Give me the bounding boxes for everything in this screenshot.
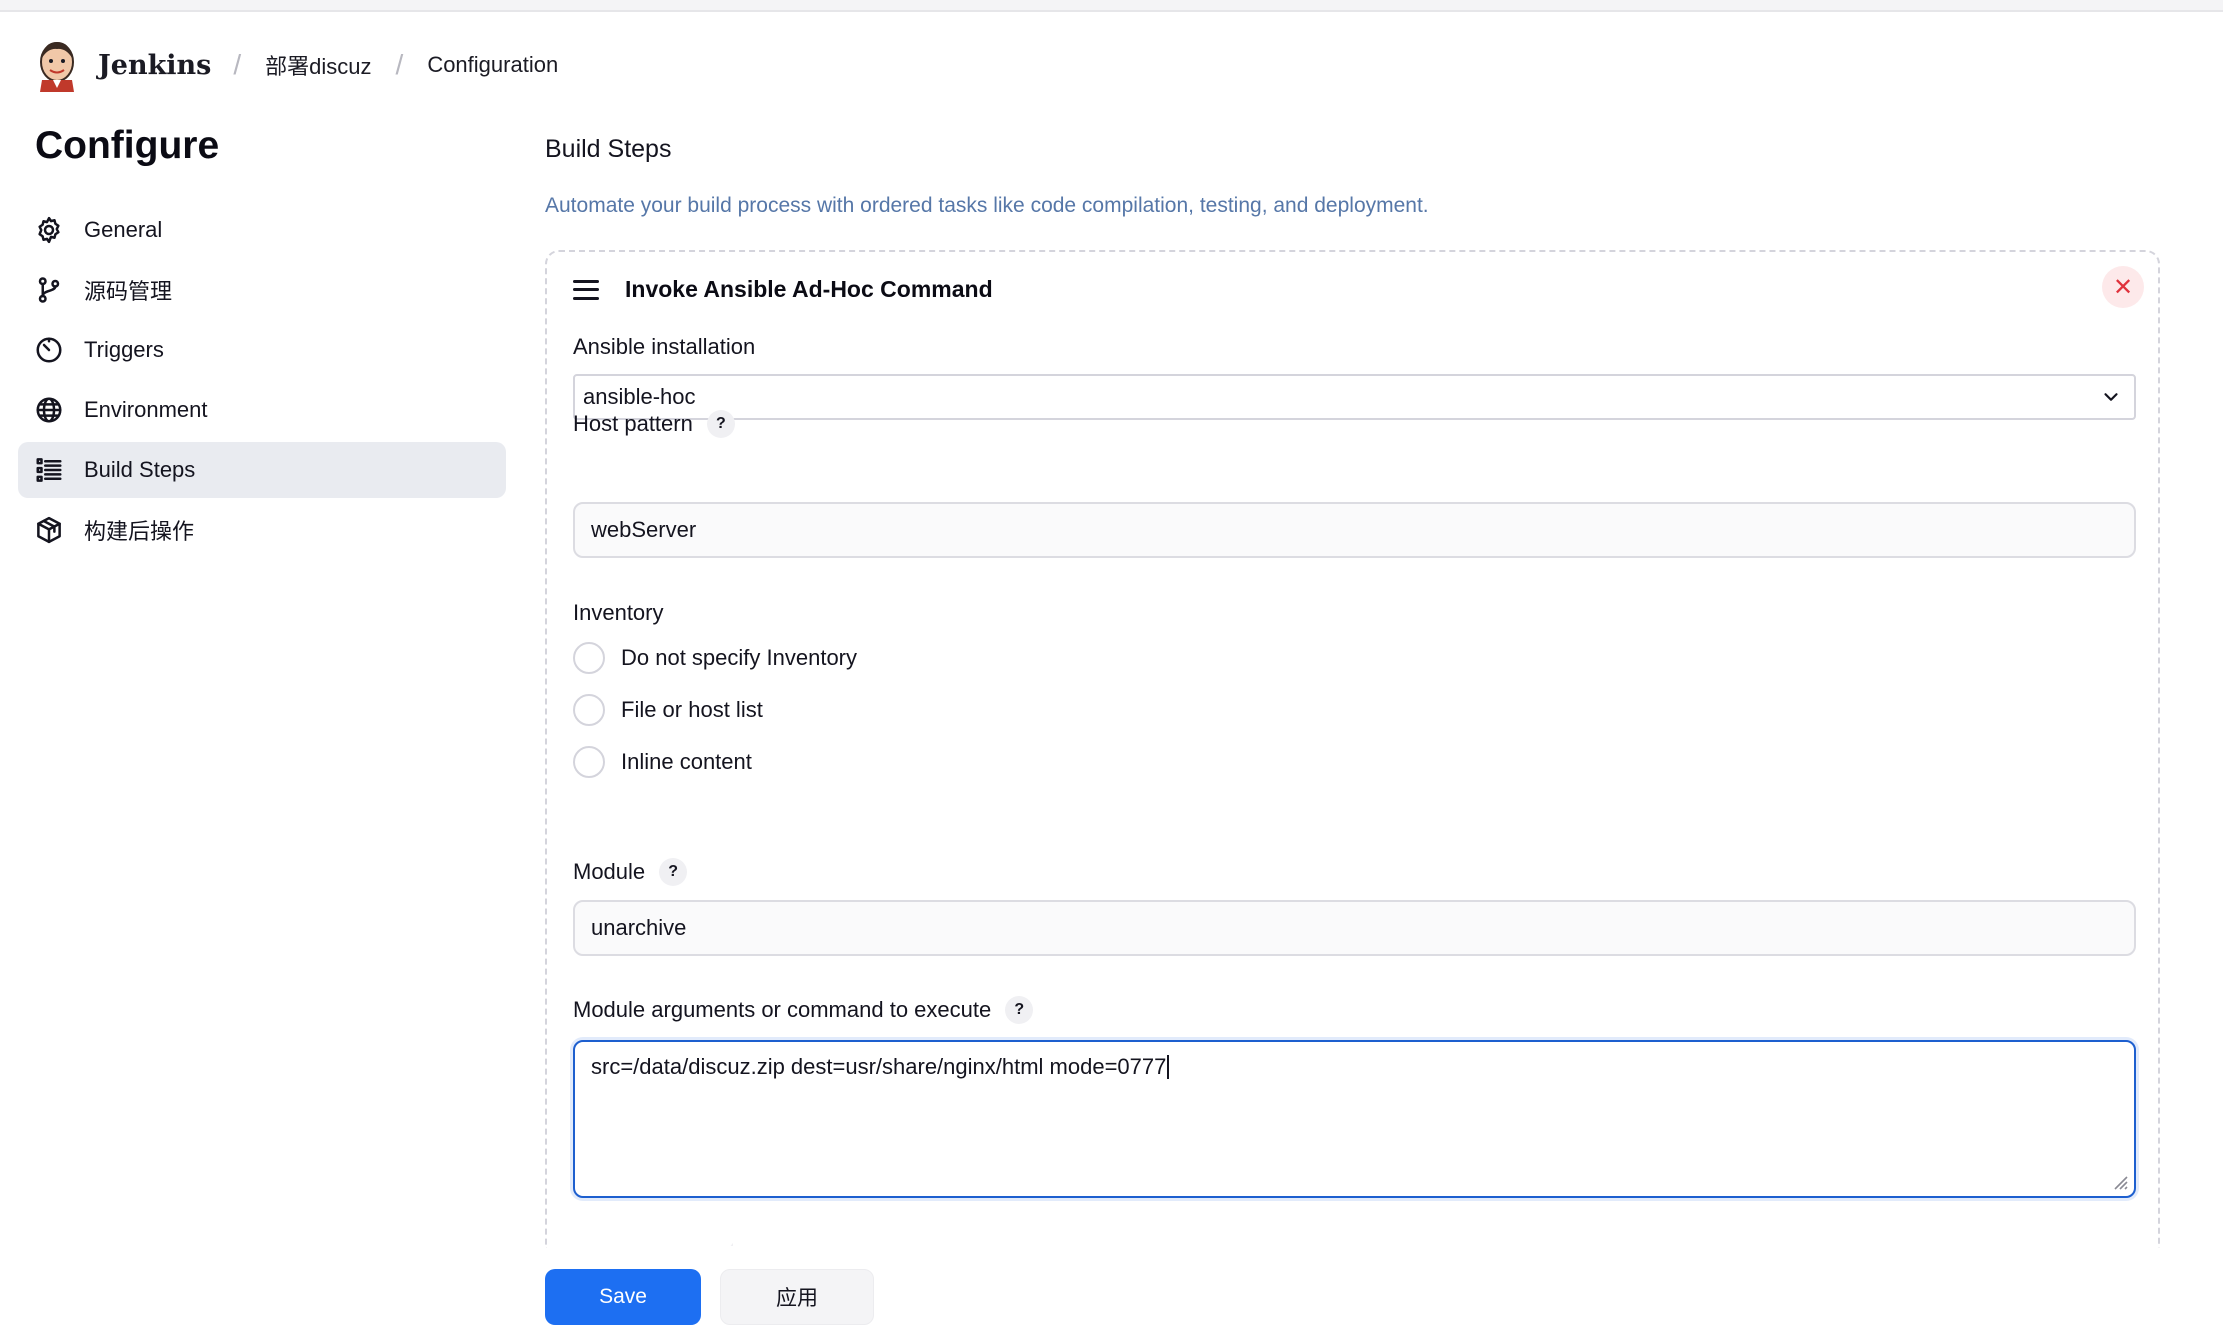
sidebar-item-general[interactable]: General	[18, 202, 506, 258]
branch-icon	[34, 275, 64, 305]
sidebar-item-label: Triggers	[84, 337, 164, 362]
build-step-card: Invoke Ansible Ad-Hoc Command ✕ Ansible …	[545, 250, 2160, 1250]
save-button[interactable]: Save	[545, 1269, 701, 1325]
sidebar-item-build-steps[interactable]: Build Steps	[18, 442, 506, 498]
credentials-label-clipped	[573, 1232, 733, 1246]
breadcrumb-separator: /	[233, 49, 242, 80]
radio-button[interactable]	[573, 642, 605, 674]
breadcrumb-separator: /	[395, 49, 404, 80]
module-args-textarea[interactable]: src=/data/discuz.zip dest=usr/share/ngin…	[573, 1040, 2136, 1198]
inventory-option-label: Inline content	[621, 749, 752, 774]
host-pattern-label: Host pattern	[573, 411, 693, 436]
help-button-module[interactable]: ?	[659, 858, 688, 886]
module-label: Module	[573, 859, 646, 884]
apply-button[interactable]: 应用	[720, 1269, 874, 1325]
gear-icon	[34, 215, 64, 245]
browser-top-edge	[0, 0, 2223, 12]
sidebar-item-triggers[interactable]: Triggers	[18, 322, 506, 378]
ansible-installation-label: Ansible installation	[573, 334, 756, 359]
build-step-title: Invoke Ansible Ad-Hoc Command	[625, 276, 993, 302]
sidebar-item-label: 构建后操作	[84, 519, 195, 544]
module-args-label-row: Module arguments or command to execute ?	[573, 996, 1034, 1024]
sidebar-item-source-control[interactable]: 源码管理	[18, 262, 506, 318]
module-input[interactable]: unarchive	[573, 900, 2136, 956]
section-description: Automate your build process with ordered…	[545, 194, 1429, 217]
sidebar-item-label: Environment	[84, 397, 208, 422]
inventory-option-label: Do not specify Inventory	[621, 645, 858, 670]
radio-button[interactable]	[573, 694, 605, 726]
module-args-value: src=/data/discuz.zip dest=usr/share/ngin…	[591, 1054, 1167, 1079]
chevron-down-icon	[2104, 393, 2118, 401]
help-button-module-args[interactable]: ?	[1005, 996, 1034, 1024]
breadcrumb-configuration[interactable]: Configuration	[427, 52, 558, 78]
host-pattern-input[interactable]: webServer	[573, 502, 2136, 558]
bottom-action-bar: Save 应用	[0, 1248, 2223, 1332]
sidebar-nav: General 源码管理 Triggers Environment Build …	[18, 202, 506, 562]
header-breadcrumb: Jenkins / 部署discuz / Configuration	[34, 34, 582, 96]
sidebar-item-post-build[interactable]: 构建后操作	[18, 502, 506, 558]
inventory-option-inline[interactable]: Inline content	[573, 746, 752, 778]
radio-button[interactable]	[573, 746, 605, 778]
inventory-label: Inventory	[573, 600, 664, 625]
resize-handle-icon[interactable]	[2110, 1172, 2128, 1190]
drag-handle-icon[interactable]	[573, 279, 599, 300]
clock-icon	[34, 335, 64, 365]
list-icon	[34, 455, 64, 485]
jenkins-logo-icon[interactable]	[34, 36, 80, 94]
sidebar-item-label: General	[84, 217, 163, 242]
main-section-header: Build Steps Automate your build process …	[545, 135, 2162, 218]
globe-icon	[34, 395, 64, 425]
module-args-label: Module arguments or command to execute	[573, 997, 992, 1022]
sidebar-item-environment[interactable]: Environment	[18, 382, 506, 438]
sidebar-title: Configure	[35, 124, 220, 167]
host-pattern-label-row: Host pattern ?	[573, 410, 735, 438]
jenkins-brand[interactable]: Jenkins	[98, 50, 211, 81]
package-icon	[34, 515, 64, 545]
section-title: Build Steps	[545, 135, 672, 163]
build-step-header: Invoke Ansible Ad-Hoc Command	[573, 276, 993, 303]
ansible-installation-value: ansible-hoc	[583, 384, 696, 409]
help-button-host-pattern[interactable]: ?	[706, 410, 735, 438]
module-label-row: Module ?	[573, 858, 688, 886]
sidebar-item-label: 源码管理	[84, 279, 173, 304]
ansible-installation-select[interactable]: ansible-hoc	[573, 374, 2136, 420]
inventory-option-none[interactable]: Do not specify Inventory	[573, 642, 857, 674]
text-caret	[1167, 1055, 1170, 1079]
breadcrumb-job[interactable]: 部署discuz	[265, 49, 371, 81]
inventory-option-label: File or host list	[621, 697, 763, 722]
delete-step-button[interactable]: ✕	[2102, 266, 2144, 308]
inventory-option-file[interactable]: File or host list	[573, 694, 763, 726]
close-icon: ✕	[2112, 273, 2134, 301]
sidebar-item-label: Build Steps	[84, 457, 196, 482]
